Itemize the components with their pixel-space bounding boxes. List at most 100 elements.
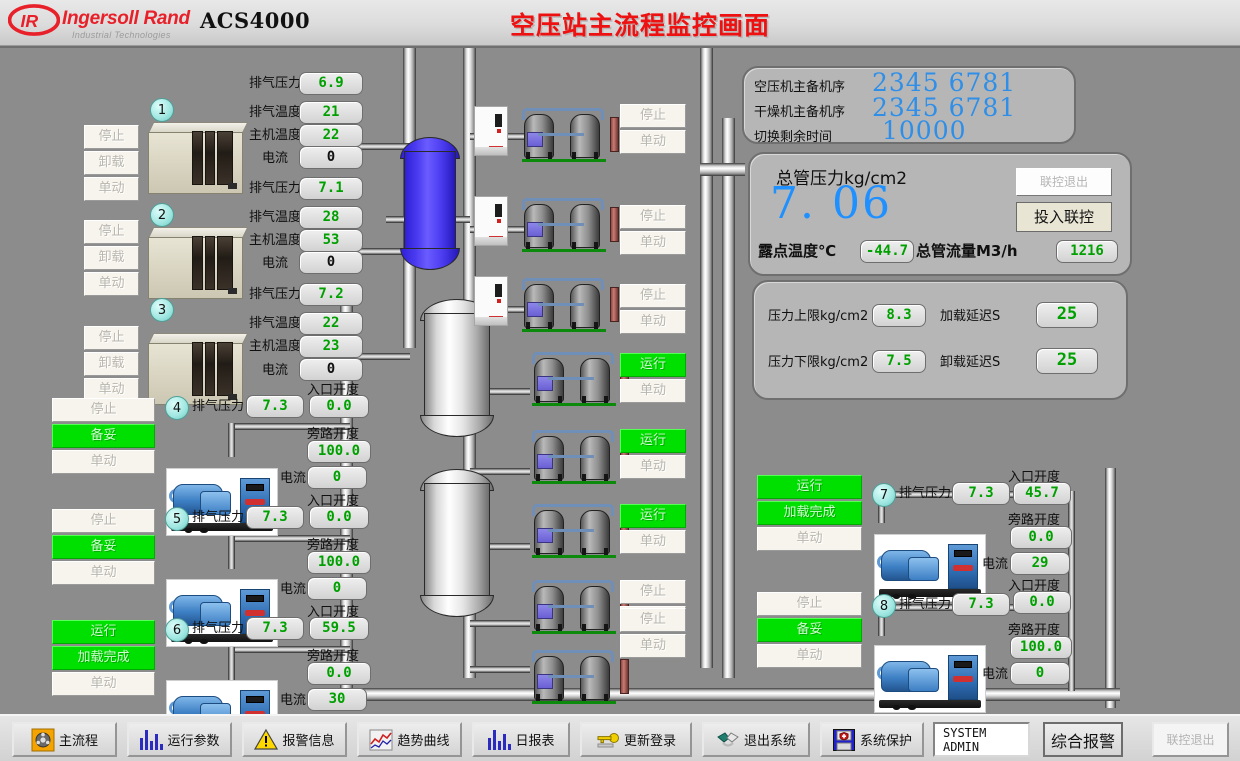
toolbar-button-exit-system[interactable]: 退出系统 <box>702 722 810 757</box>
compressor-1-status-buttons[interactable]: 停止 卸载 单动 <box>84 125 139 203</box>
dryer-8-state-1[interactable]: 单动 <box>620 634 686 658</box>
interlock-engage-button[interactable]: 投入联控 <box>1016 202 1112 232</box>
dryer-6-state-1[interactable]: 单动 <box>620 530 686 554</box>
compressor-7-state-2[interactable]: 单动 <box>757 527 862 551</box>
unload-delay-label: 卸载延迟S <box>940 356 1000 369</box>
compressor-3-current-value: 0 <box>299 358 363 381</box>
pipe-riser-right-collector <box>1068 491 1075 691</box>
dryer-8-status-buttons[interactable]: 停止 单动 <box>620 608 686 660</box>
dryer-3-state-0[interactable]: 停止 <box>620 284 686 308</box>
compressor-8-status-buttons[interactable]: 停止 备妥 单动 <box>757 592 862 670</box>
dryer-6-status-buttons[interactable]: 运行 单动 <box>620 504 686 556</box>
dryer-1-state-1[interactable]: 单动 <box>620 130 686 154</box>
compressor-6-current-value: 30 <box>307 688 367 711</box>
dryer-4-state-0[interactable]: 运行 <box>620 353 686 377</box>
compressor-3-state-0[interactable]: 停止 <box>84 326 139 350</box>
compressor-7-status-buttons[interactable]: 运行 加载完成 单动 <box>757 475 862 553</box>
compressor-5-discharge-pressure-label: 排气压力 <box>192 511 244 524</box>
process-icon <box>31 728 55 752</box>
dryer-8-state-0[interactable]: 停止 <box>620 608 686 632</box>
dryer-3-status-buttons[interactable]: 停止 单动 <box>620 284 686 336</box>
compressor-2-number-tag: 2 <box>150 203 174 227</box>
toolbar-button-alarm-info[interactable]: 报警信息 <box>242 722 347 757</box>
pipe-branch-d8 <box>470 666 530 673</box>
dryer-5-status-buttons[interactable]: 运行 单动 <box>620 429 686 481</box>
compressor-6-state-1[interactable]: 加载完成 <box>52 646 155 670</box>
compressor-4-state-2[interactable]: 单动 <box>52 450 155 474</box>
dryer-1-status-buttons[interactable]: 停止 单动 <box>620 104 686 156</box>
compressor-3-status-buttons[interactable]: 停止 卸载 单动 <box>84 326 139 404</box>
dryer-7-state-0[interactable]: 停止 <box>620 580 686 604</box>
dryer-6-state-0[interactable]: 运行 <box>620 504 686 528</box>
compressor-4-state-0[interactable]: 停止 <box>52 398 155 422</box>
toolbar-button-trend-curve[interactable]: 趋势曲线 <box>357 722 462 757</box>
main-pressure-panel: 总管压力kg/cm2 7. 06 联控退出 投入联控 露点温度℃ -44.7 总… <box>748 152 1132 276</box>
compressor-6-state-2[interactable]: 单动 <box>52 672 155 696</box>
compressor-8-discharge-pressure-value: 7.3 <box>952 593 1010 616</box>
compressor-6-state-0[interactable]: 运行 <box>52 620 155 644</box>
compressor-3-discharge-temp-value: 22 <box>299 312 363 335</box>
interlock-exit-button[interactable]: 联控退出 <box>1016 168 1112 196</box>
pipe-riser-c5 <box>228 535 235 569</box>
key-icon <box>596 728 620 752</box>
dryer-1-state-0[interactable]: 停止 <box>620 104 686 128</box>
dryer-2-state-0[interactable]: 停止 <box>620 205 686 229</box>
compressor-3-state-1[interactable]: 卸载 <box>84 352 139 376</box>
toolbar-button-run-parameters[interactable]: 运行参数 <box>127 722 232 757</box>
compressor-7-number-tag: 7 <box>872 483 896 507</box>
compressor-3-number-tag: 3 <box>150 298 174 322</box>
compressor-8-state-1[interactable]: 备妥 <box>757 618 862 642</box>
toolbar-button-daily-report[interactable]: 日报表 <box>472 722 570 757</box>
comprehensive-alarm-button[interactable]: 综合报警 <box>1043 722 1123 757</box>
compressor-1-state-0[interactable]: 停止 <box>84 125 139 149</box>
compressor-2-state-2[interactable]: 单动 <box>84 272 139 296</box>
toolbar-label-run-parameters: 运行参数 <box>167 730 219 749</box>
compressor-1-state-1[interactable]: 卸载 <box>84 151 139 175</box>
pipe-branch-d7 <box>470 620 530 627</box>
compressor-5-status-buttons[interactable]: 停止 备妥 单动 <box>52 509 155 587</box>
dryer-7-image <box>528 576 633 636</box>
compressor-1-current-value: 0 <box>299 146 363 169</box>
compressor-7-state-0[interactable]: 运行 <box>757 475 862 499</box>
compressor-1-state-2[interactable]: 单动 <box>84 177 139 201</box>
compressor-2-state-0[interactable]: 停止 <box>84 220 139 244</box>
compressor-2-discharge-temp-label: 排气温度 <box>249 211 301 224</box>
process-diagram: 停止 卸载 单动 1 排气压力 6.9 排气温度 21 主机温度 22 电流 0… <box>0 46 1240 714</box>
toolbar-button-system-protect[interactable]: 系统保护 <box>820 722 924 757</box>
dryer-5-state-1[interactable]: 单动 <box>620 455 686 479</box>
compressor-4-status-buttons[interactable]: 停止 备妥 单动 <box>52 398 155 476</box>
compressor-8-bypass-value: 100.0 <box>1010 636 1072 659</box>
compressor-7-discharge-pressure-label: 排气压力 <box>899 487 951 500</box>
compressor-7-state-1[interactable]: 加载完成 <box>757 501 862 525</box>
compressor-5-state-2[interactable]: 单动 <box>52 561 155 585</box>
dryer-4-status-buttons[interactable]: 运行 单动 <box>620 353 686 405</box>
bottom-toolbar: 主流程 运行参数 报警信息 趋势曲线 <box>0 714 1240 761</box>
compressor-5-state-1[interactable]: 备妥 <box>52 535 155 559</box>
dryer-4-image <box>528 348 633 408</box>
dryer-2-state-1[interactable]: 单动 <box>620 231 686 255</box>
compressor-5-state-0[interactable]: 停止 <box>52 509 155 533</box>
toolbar-button-main-process[interactable]: 主流程 <box>12 722 117 757</box>
compressor-4-state-1[interactable]: 备妥 <box>52 424 155 448</box>
compressor-6-discharge-pressure-value: 7.3 <box>246 617 304 640</box>
compressor-6-status-buttons[interactable]: 运行 加载完成 单动 <box>52 620 155 698</box>
compressor-sequence-label: 空压机主备机序 <box>754 76 845 95</box>
compressor-8-state-0[interactable]: 停止 <box>757 592 862 616</box>
compressor-6-inlet-value: 59.5 <box>309 617 369 640</box>
dryer-sequence-label: 干燥机主备机序 <box>754 101 845 120</box>
toolbar-interlock-exit-button[interactable]: 联控退出 <box>1152 722 1229 757</box>
compressor-7-discharge-pressure-value: 7.3 <box>952 482 1010 505</box>
dryer-4-state-1[interactable]: 单动 <box>620 379 686 403</box>
compressor-4-discharge-pressure-label: 排气压力 <box>192 400 244 413</box>
dryer-3-controller <box>474 276 508 326</box>
compressor-2-state-1[interactable]: 卸载 <box>84 246 139 270</box>
dryer-5-state-0[interactable]: 运行 <box>620 429 686 453</box>
compressor-5-inlet-value: 0.0 <box>309 506 369 529</box>
dryer-2-status-buttons[interactable]: 停止 单动 <box>620 205 686 257</box>
compressor-8-state-2[interactable]: 单动 <box>757 644 862 668</box>
pressure-upper-limit-value: 8.3 <box>872 304 926 327</box>
dryer-3-state-1[interactable]: 单动 <box>620 310 686 334</box>
toolbar-button-update-login[interactable]: 更新登录 <box>580 722 692 757</box>
compressor-2-status-buttons[interactable]: 停止 卸载 单动 <box>84 220 139 298</box>
admin-user-field[interactable]: SYSTEM ADMIN <box>933 722 1030 757</box>
